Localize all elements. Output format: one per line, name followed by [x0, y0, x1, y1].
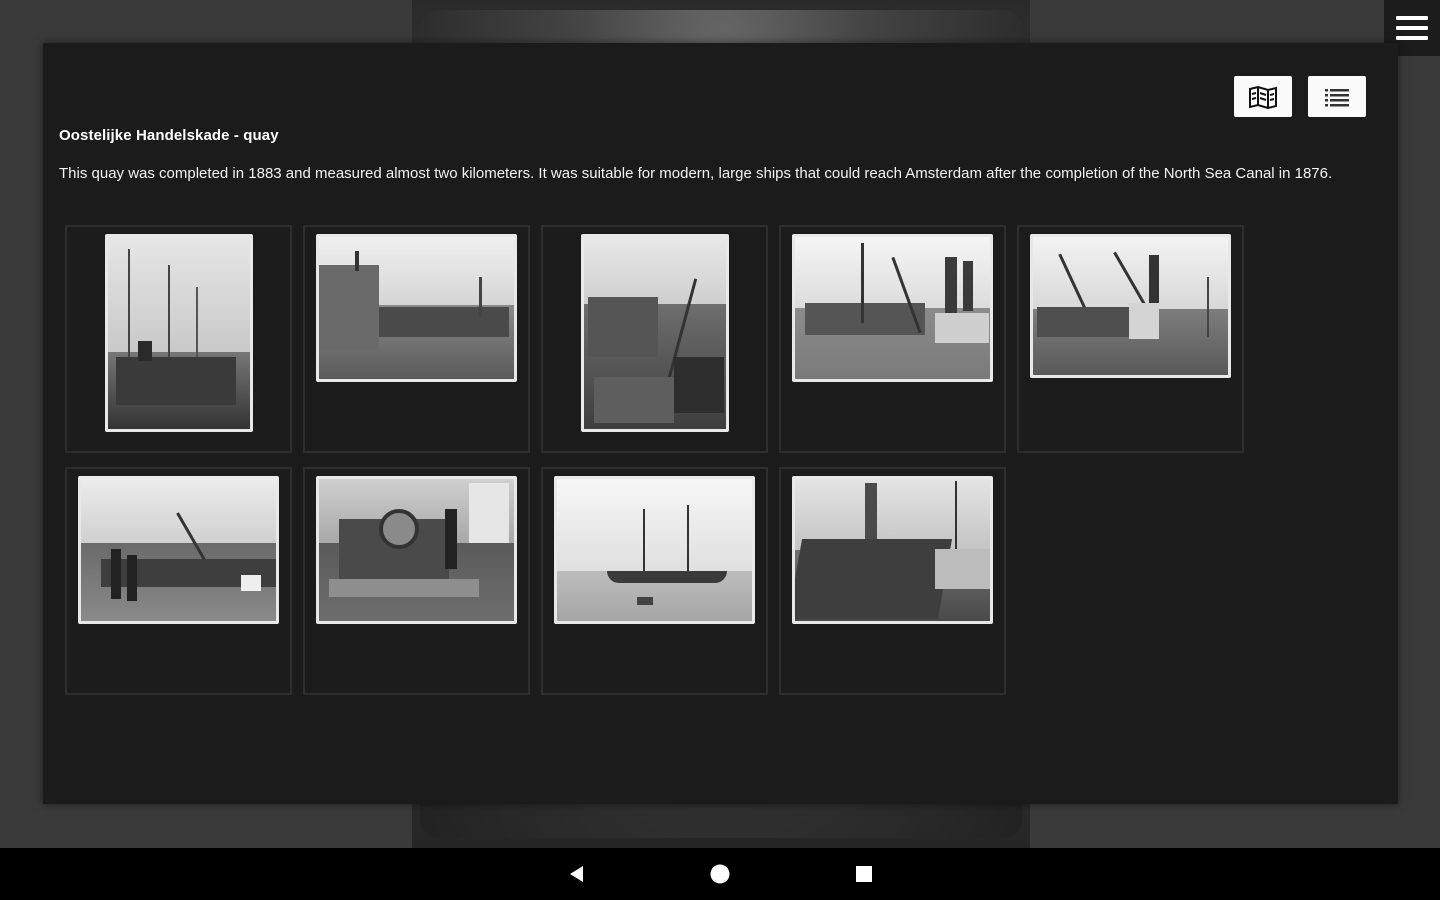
gallery-photo [554, 476, 755, 624]
gallery-item[interactable] [1017, 225, 1244, 453]
gallery-photo [792, 476, 993, 624]
gallery-item[interactable] [779, 225, 1006, 453]
gallery-item[interactable] [541, 225, 768, 453]
gallery-item[interactable] [65, 225, 292, 453]
location-detail-panel: Oostelijke Handelskade - quay This quay … [43, 43, 1398, 804]
gallery-photo [792, 234, 993, 382]
system-navigation-bar [0, 848, 1440, 900]
list-icon [1325, 88, 1349, 106]
gallery-item[interactable] [541, 467, 768, 695]
gallery-item[interactable] [65, 467, 292, 695]
list-view-button[interactable] [1308, 76, 1366, 117]
gallery-photo [316, 476, 517, 624]
gallery-photo [105, 234, 253, 432]
location-title: Oostelijke Handelskade - quay [59, 127, 279, 144]
gallery-photo [78, 476, 279, 624]
gallery-photo [581, 234, 729, 432]
app-screen: Oostelijke Handelskade - quay This quay … [0, 0, 1440, 900]
view-toggle [1234, 76, 1366, 117]
home-button[interactable] [709, 863, 731, 885]
gallery-item[interactable] [303, 225, 530, 453]
home-circle-icon [710, 864, 730, 884]
gallery-photo [1030, 234, 1231, 378]
gallery-item[interactable] [303, 467, 530, 695]
back-button[interactable] [566, 863, 588, 885]
map-icon [1249, 85, 1277, 109]
map-view-button[interactable] [1234, 76, 1292, 117]
location-description: This quay was completed in 1883 and meas… [59, 165, 1333, 182]
gallery-item[interactable] [779, 467, 1006, 695]
hamburger-menu-icon [1396, 16, 1428, 40]
recents-button[interactable] [853, 863, 875, 885]
recents-square-icon [856, 866, 872, 882]
photo-gallery [65, 225, 1255, 695]
back-triangle-icon [570, 866, 583, 882]
gallery-photo [316, 234, 517, 382]
